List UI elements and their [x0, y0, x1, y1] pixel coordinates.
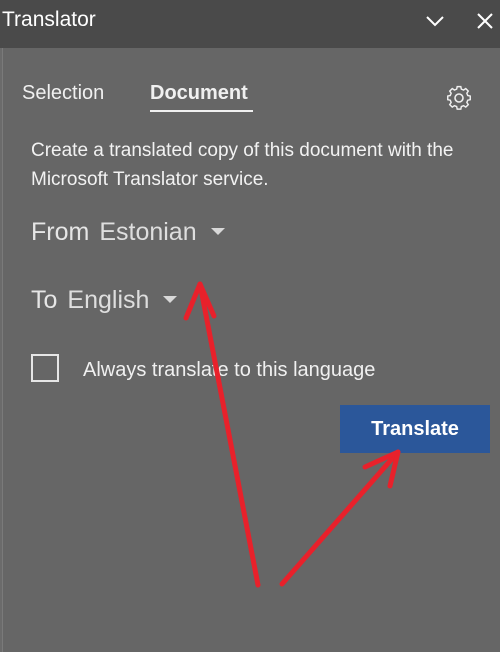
always-translate-label[interactable]: Always translate to this language	[83, 357, 375, 383]
always-translate-checkbox[interactable]	[31, 354, 59, 382]
close-icon[interactable]	[474, 10, 496, 32]
to-label: To	[31, 286, 58, 314]
title-bar: Translator	[0, 0, 500, 48]
active-tab-indicator	[150, 110, 253, 112]
to-language-value[interactable]: English	[67, 286, 149, 314]
translate-button[interactable]: Translate	[340, 405, 490, 453]
translator-pane: Translator Selection Document Create a t…	[0, 0, 500, 652]
caret-down-icon[interactable]	[210, 227, 225, 235]
from-label: From	[31, 218, 90, 246]
caret-down-icon[interactable]	[163, 295, 178, 303]
from-language-value[interactable]: Estonian	[99, 218, 196, 246]
chevron-down-icon[interactable]	[424, 10, 446, 32]
to-language-selector[interactable]: To English	[31, 285, 178, 315]
description-text: Create a translated copy of this documen…	[31, 140, 454, 190]
pane-title: Translator	[2, 8, 96, 31]
from-language-selector[interactable]: From Estonian	[31, 217, 225, 247]
tab-selection[interactable]: Selection	[22, 80, 104, 106]
gear-icon[interactable]	[445, 84, 473, 112]
tab-document[interactable]: Document	[150, 80, 248, 106]
